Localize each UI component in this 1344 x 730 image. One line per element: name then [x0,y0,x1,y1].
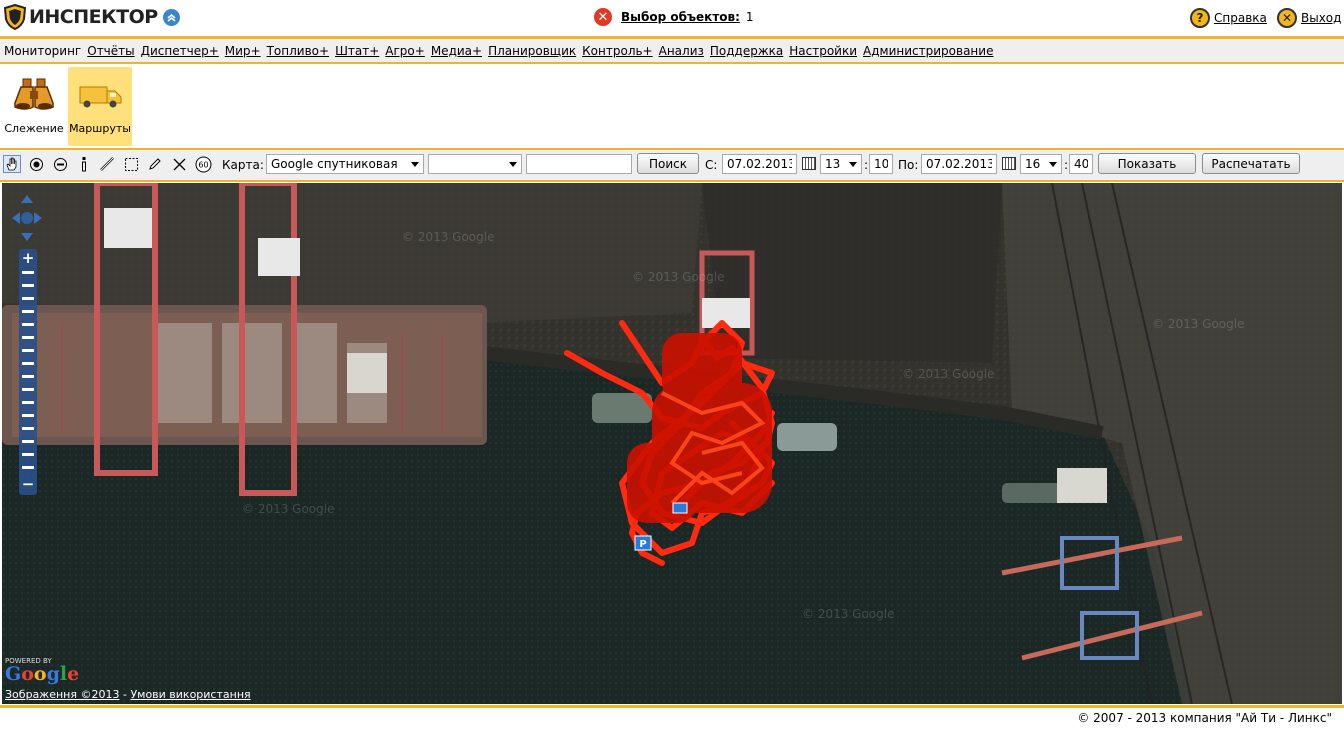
zoom-out-icon[interactable] [51,155,69,173]
time-separator: : [864,158,869,172]
calendar-icon[interactable] [1002,157,1016,170]
from-label: С: [705,158,718,172]
parking-marker: P [639,539,646,550]
pan-hand-icon[interactable] [3,155,21,173]
logout-label[interactable]: Выход [1301,11,1341,25]
credit-separator: - [119,688,131,701]
map-view[interactable]: © 2013 Google © 2013 Google © 2013 Googl… [2,183,1342,704]
show-button[interactable]: Показать [1098,153,1196,174]
from-hour-value: 13 [825,157,841,171]
pencil-icon[interactable] [146,155,164,173]
map-watermark: © 2013 Google [402,230,494,244]
map-watermark: © 2013 Google [632,270,724,284]
app-logo[interactable]: ИНСПЕКТОР [4,4,180,30]
info-icon[interactable] [75,155,93,173]
to-date-input[interactable] [921,154,997,174]
timer-icon[interactable]: 60 [194,155,212,173]
menu-item-reports[interactable]: Отчёты [87,44,134,58]
to-hour-value: 16 [1025,157,1041,171]
ruler-icon[interactable] [98,155,116,173]
main-menu: Мониторинг Отчёты Диспетчер+ Мир+ Топлив… [0,39,1344,62]
logo-text: ИНСПЕКТОР [29,6,158,28]
header: ИНСПЕКТОР ✕ Выбор объектов: 1 ? Справка … [0,0,1344,36]
toolbar-divider [0,180,1344,182]
footer-divider [0,705,1344,708]
delivery-truck-icon [79,86,122,108]
from-date-input[interactable] [722,154,797,174]
question-icon: ? [1190,8,1210,28]
logout-link[interactable]: ✕ Выход [1277,8,1341,28]
menu-item-monitoring[interactable]: Мониторинг [4,44,81,58]
menu-item-world[interactable]: Мир+ [225,44,261,58]
map-toolbar: 60 Карта: Google спутниковая Поиск С: 13… [0,150,1344,180]
module-tracking[interactable]: Слежение [2,67,66,146]
menu-item-analysis[interactable]: Анализ [659,44,704,58]
pan-down-icon[interactable] [21,233,33,241]
map-watermark: © 2013 Google [242,502,334,516]
zoom-out-button[interactable]: − [19,477,37,493]
clear-selection-icon[interactable]: ✕ [594,8,612,26]
object-selection-count: 1 [745,10,754,24]
zoom-in-icon[interactable] [27,155,45,173]
module-tiles: Слежение Маршруты [0,64,1344,148]
select-rectangle-icon[interactable] [122,155,140,173]
module-routes-label: Маршруты [69,122,131,135]
from-hour-select[interactable]: 13 [820,154,862,174]
map-credit: Зображення ©2013 - Умови використання [5,688,251,701]
terms-of-use-link[interactable]: Умови використання [130,688,250,701]
map-type-value: Google спутниковая [271,157,398,171]
zoom-slider[interactable]: + − [19,249,37,495]
chevron-down-icon [509,162,517,167]
chevron-down-icon [1049,162,1057,167]
map-watermark: © 2013 Google [1152,317,1244,331]
menu-item-planner[interactable]: Планировщик [488,44,576,58]
menu-item-media[interactable]: Медиа+ [431,44,482,58]
menu-item-control[interactable]: Контроль+ [582,44,652,58]
binoculars-icon [14,78,54,110]
menu-item-settings[interactable]: Настройки [789,44,857,58]
pan-left-icon[interactable] [12,212,20,224]
menu-item-support[interactable]: Поддержка [710,44,783,58]
to-hour-select[interactable]: 16 [1020,154,1062,174]
clear-x-icon[interactable] [170,155,188,173]
search-button[interactable]: Поиск [637,153,699,174]
google-logo[interactable]: Google [5,663,79,685]
map-watermark: © 2013 Google [902,367,994,381]
map-type-label: Карта: [222,158,264,172]
satellite-imagery[interactable]: © 2013 Google © 2013 Google © 2013 Googl… [2,183,1342,704]
from-minute-input[interactable] [869,154,893,174]
chevron-down-icon [411,162,419,167]
menu-item-fuel[interactable]: Топливо+ [267,44,329,58]
imagery-credit-link[interactable]: Зображення ©2013 [5,688,119,701]
module-routes[interactable]: Маршруты [68,67,132,146]
timer-value: 60 [198,160,208,169]
calendar-icon[interactable] [802,157,816,170]
menu-item-staff[interactable]: Штат+ [335,44,379,58]
print-button[interactable]: Распечатать [1202,153,1300,174]
to-label: По: [898,158,919,172]
object-selection[interactable]: ✕ Выбор объектов: 1 [594,8,754,26]
menu-item-agro[interactable]: Агро+ [385,44,425,58]
map-type-select[interactable]: Google спутниковая [266,154,424,174]
collapse-header-icon[interactable] [162,8,180,26]
help-label[interactable]: Справка [1214,11,1267,25]
pan-up-icon[interactable] [21,195,33,203]
object-selection-label[interactable]: Выбор объектов: [621,10,740,24]
zoom-in-button[interactable]: + [19,251,37,267]
pan-right-icon[interactable] [34,212,42,224]
chevron-down-icon [849,162,857,167]
footer-copyright: © 2007 - 2013 компания "Ай Ти - Линкс" [1077,711,1332,725]
module-tracking-label: Слежение [4,122,64,135]
menu-item-administration[interactable]: Администрирование [863,44,993,58]
object-select[interactable] [428,154,522,174]
to-minute-input[interactable] [1069,154,1093,174]
map-watermark: © 2013 Google [802,607,894,621]
pan-control[interactable] [10,193,44,243]
search-input[interactable] [526,154,632,174]
close-icon: ✕ [1277,8,1297,28]
time-separator: : [1064,158,1069,172]
shield-icon [4,4,26,30]
help-link[interactable]: ? Справка [1190,8,1267,28]
menu-item-dispatcher[interactable]: Диспетчер+ [141,44,219,58]
